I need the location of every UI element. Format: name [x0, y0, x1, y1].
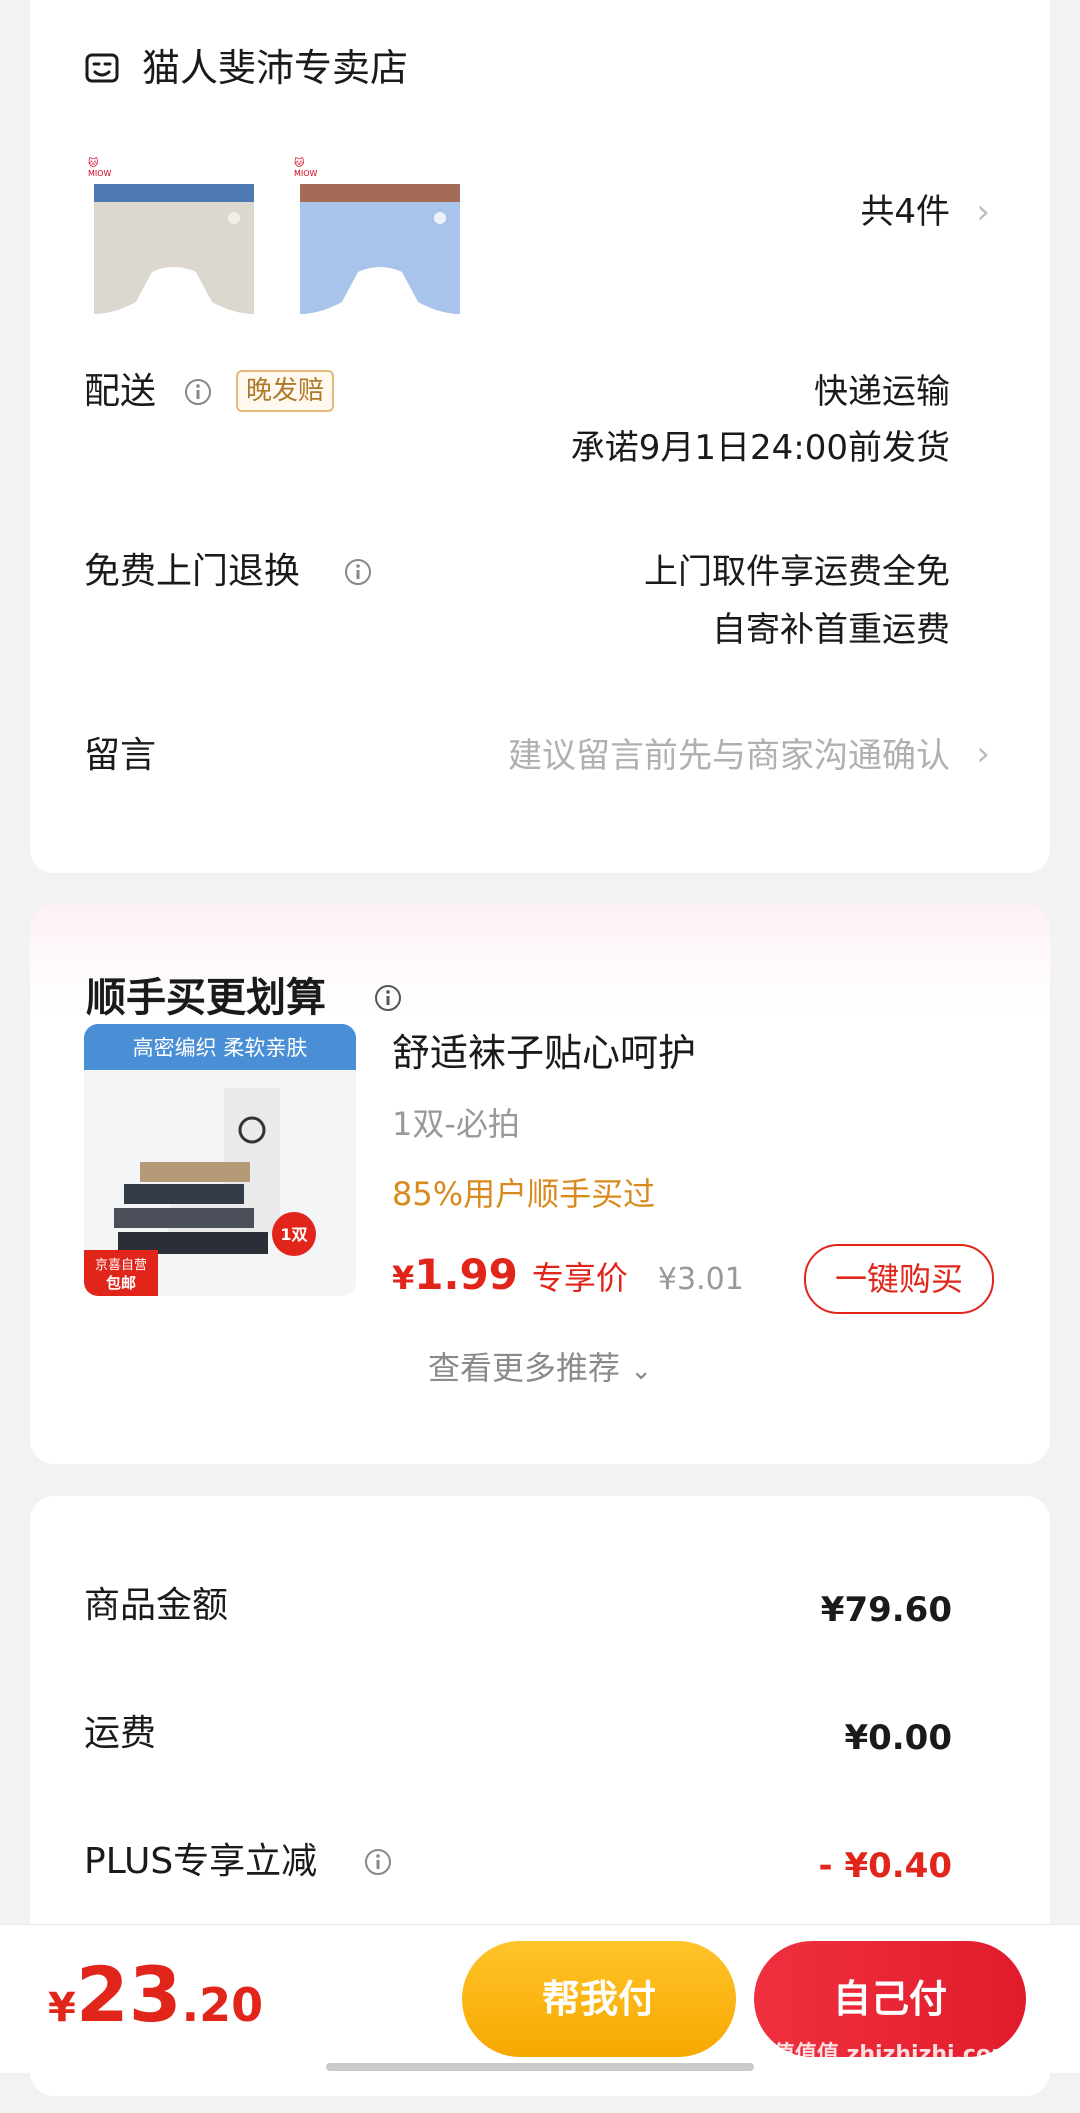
- upsell-title: 顺手买更划算: [86, 975, 326, 1021]
- store-icon: [85, 53, 119, 83]
- product-thumbnail[interactable]: 🐱 MIOW: [84, 154, 264, 324]
- plus-discount-value: - ¥0.40: [818, 1846, 953, 1886]
- svg-text:京喜自营: 京喜自营: [95, 1258, 147, 1273]
- svg-text:MIOW: MIOW: [88, 169, 112, 178]
- pay-myself-button[interactable]: 自己付 值值值 zhizhizhi.com: [754, 1941, 1026, 2067]
- returns-line2: 自寄补首重运费: [712, 610, 950, 650]
- checkout-bar: ¥23.20 帮我付 自己付 值值值 zhizhizhi.com: [0, 1924, 1080, 2073]
- product-thumbnail[interactable]: 🐱 MIOW: [290, 154, 470, 324]
- message-input[interactable]: 建议留言前先与商家沟通确认: [508, 734, 950, 778]
- socks-image[interactable]: 高密编织 柔软亲肤 京喜自营 包邮 1双: [84, 1024, 356, 1296]
- svg-text:🐱: 🐱: [88, 157, 99, 169]
- delivery-promise: 承诺9月1日24:00前发货: [570, 428, 950, 468]
- help-me-pay-button[interactable]: 帮我付: [462, 1941, 736, 2057]
- returns-label: 免费上门退换: [84, 551, 301, 592]
- plus-discount-label: PLUS专享立减: [84, 1841, 318, 1882]
- delivery-method: 快递运输: [814, 372, 950, 412]
- info-icon[interactable]: [374, 984, 402, 1012]
- watermark: 值值值 zhizhizhi.com: [772, 2042, 1014, 2067]
- original-price: ¥3.01: [657, 1262, 744, 1297]
- upsell-popularity: 85%用户顺手买过: [392, 1175, 656, 1213]
- home-indicator[interactable]: [326, 2063, 754, 2071]
- order-total: ¥23.20: [48, 1947, 263, 2064]
- svg-text:包邮: 包邮: [106, 1274, 136, 1292]
- more-recommendations-label: 查看更多推荐: [428, 1349, 621, 1387]
- item-count[interactable]: 共4件: [860, 192, 950, 232]
- svg-text:MIOW: MIOW: [294, 169, 318, 178]
- price-value: 1.99: [414, 1250, 518, 1299]
- store-card: 猫人斐沛专卖店 🐱 MIOW 🐱 MIOW 共4件 › 配送 晚发赔 快递运输 …: [30, 0, 1050, 873]
- chevron-down-icon: ⌄: [630, 1356, 652, 1386]
- one-click-buy-button[interactable]: 一键购买: [804, 1244, 994, 1314]
- shipping-fee-label: 运费: [84, 1713, 157, 1754]
- svg-text:🐱: 🐱: [294, 157, 305, 169]
- socks-banner-text: 高密编织 柔软亲肤: [133, 1036, 308, 1060]
- upsell-product-spec: 1双-必拍: [392, 1105, 520, 1143]
- total-integer: 23: [75, 1950, 182, 2039]
- total-currency: ¥: [48, 1985, 76, 2031]
- chevron-right-icon[interactable]: ›: [976, 192, 990, 232]
- more-recommendations-link[interactable]: 查看更多推荐 ⌄: [30, 1348, 1050, 1391]
- upsell-price: ¥1.99 专享价 ¥3.01: [392, 1250, 744, 1309]
- late-compensation-badge: 晚发赔: [236, 370, 335, 412]
- shipping-fee-value: ¥0.00: [844, 1718, 952, 1758]
- pack-badge: 1双: [280, 1225, 307, 1244]
- info-icon[interactable]: [364, 1848, 392, 1876]
- upsell-card: 顺手买更划算 高密编织 柔软亲肤 京喜自营 包邮 1双 舒适袜子贴心呵护 1双-…: [30, 904, 1050, 1464]
- info-icon[interactable]: [344, 558, 372, 586]
- price-currency: ¥: [392, 1259, 415, 1297]
- store-name[interactable]: 猫人斐沛专卖店: [142, 46, 408, 90]
- chevron-right-icon[interactable]: ›: [976, 734, 990, 774]
- info-icon[interactable]: [184, 378, 212, 406]
- returns-line1: 上门取件享运费全免: [644, 552, 950, 592]
- upsell-product-name[interactable]: 舒适袜子贴心呵护: [392, 1030, 696, 1076]
- goods-amount-value: ¥79.60: [820, 1590, 952, 1630]
- price-tag: 专享价: [531, 1259, 628, 1297]
- total-decimal: .20: [181, 1978, 264, 2032]
- delivery-label: 配送: [84, 371, 157, 412]
- goods-amount-label: 商品金额: [84, 1585, 229, 1626]
- message-label: 留言: [84, 735, 157, 776]
